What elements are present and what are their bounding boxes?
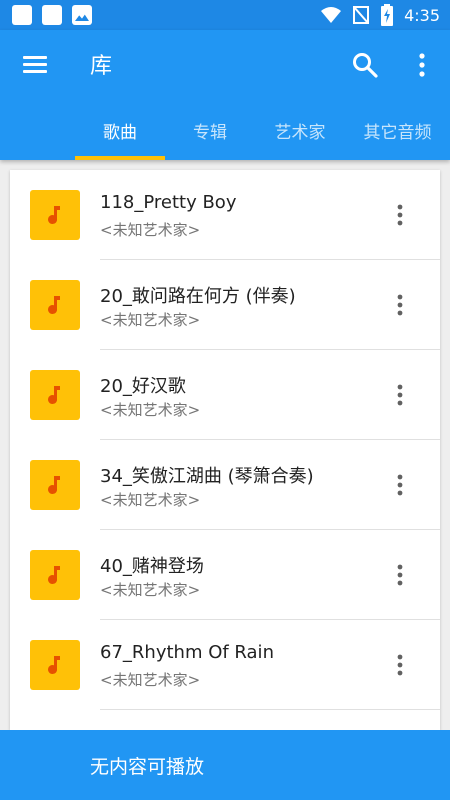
more-vert-icon[interactable] bbox=[390, 563, 410, 587]
page-title: 库 bbox=[90, 54, 113, 79]
song-artist: <未知艺术家> bbox=[100, 221, 201, 239]
music-note-icon bbox=[48, 296, 60, 315]
list-item[interactable]: 40_赌神登场 <未知艺术家> bbox=[10, 530, 440, 620]
more-vert-icon[interactable] bbox=[412, 52, 432, 78]
tab-artists[interactable]: 艺术家 bbox=[255, 100, 345, 160]
song-artist: <未知艺术家> bbox=[100, 581, 201, 599]
song-artist: <未知艺术家> bbox=[100, 671, 201, 689]
album-art bbox=[30, 460, 80, 510]
song-artist: <未知艺术家> bbox=[100, 491, 201, 509]
divider bbox=[100, 709, 440, 710]
list-item[interactable]: 20_敢问路在何方 (伴奏) <未知艺术家> bbox=[10, 260, 440, 350]
music-note-icon bbox=[48, 566, 60, 585]
music-note-icon bbox=[48, 656, 60, 675]
image-notification-icon bbox=[72, 5, 92, 25]
now-playing-text: 无内容可播放 bbox=[90, 756, 205, 778]
music-note-icon bbox=[48, 206, 60, 225]
list-item[interactable]: 67_Rhythm Of Rain <未知艺术家> bbox=[10, 620, 440, 710]
song-artist: <未知艺术家> bbox=[100, 401, 201, 419]
list-item[interactable]: 34_笑傲江湖曲 (琴箫合奏) <未知艺术家> bbox=[10, 440, 440, 530]
tab-indicator bbox=[75, 156, 165, 160]
system-icons: 4:35 bbox=[320, 4, 440, 26]
song-title: 34_笑傲江湖曲 (琴箫合奏) bbox=[100, 466, 314, 487]
menu-icon[interactable] bbox=[20, 52, 50, 78]
more-vert-icon[interactable] bbox=[390, 383, 410, 407]
tab-bar: 歌曲 专辑 艺术家 其它音频 bbox=[0, 100, 450, 160]
song-artist: <未知艺术家> bbox=[100, 311, 201, 329]
tab-songs[interactable]: 歌曲 bbox=[75, 100, 165, 160]
album-art bbox=[30, 280, 80, 330]
album-art bbox=[30, 550, 80, 600]
list-item[interactable]: 20_好汉歌 <未知艺术家> bbox=[10, 350, 440, 440]
song-title: 20_敢问路在何方 (伴奏) bbox=[100, 286, 296, 307]
song-title: 67_Rhythm Of Rain bbox=[100, 642, 274, 663]
battery-charging-icon bbox=[381, 4, 394, 26]
status-bar: 4:35 bbox=[0, 0, 450, 30]
no-signal-icon bbox=[353, 6, 370, 24]
more-vert-icon[interactable] bbox=[390, 293, 410, 317]
more-vert-icon[interactable] bbox=[390, 203, 410, 227]
wifi-icon bbox=[321, 7, 342, 23]
song-title: 118_Pretty Boy bbox=[100, 192, 237, 213]
search-icon[interactable] bbox=[352, 52, 378, 78]
status-time: 4:35 bbox=[404, 5, 440, 25]
notification-icon bbox=[42, 5, 62, 25]
notification-icon bbox=[12, 5, 32, 25]
song-title: 20_好汉歌 bbox=[100, 376, 186, 397]
tab-other-audio[interactable]: 其它音频 bbox=[345, 100, 450, 160]
album-art bbox=[30, 370, 80, 420]
app-bar: 库 歌曲 专辑 艺术家 其它音频 bbox=[0, 30, 450, 160]
music-note-icon bbox=[48, 476, 60, 495]
list-item[interactable]: 118_Pretty Boy <未知艺术家> bbox=[10, 170, 440, 260]
notification-icons bbox=[12, 5, 92, 25]
now-playing-bar[interactable]: 无内容可播放 bbox=[0, 730, 450, 800]
album-art bbox=[30, 640, 80, 690]
album-art bbox=[30, 190, 80, 240]
more-vert-icon[interactable] bbox=[390, 473, 410, 497]
song-title: 40_赌神登场 bbox=[100, 556, 204, 577]
song-list: 118_Pretty Boy <未知艺术家> 20_敢问路在何方 (伴奏) <未知艺术… bbox=[10, 170, 440, 730]
music-note-icon bbox=[48, 386, 60, 405]
tab-albums[interactable]: 专辑 bbox=[165, 100, 255, 160]
more-vert-icon[interactable] bbox=[390, 653, 410, 677]
